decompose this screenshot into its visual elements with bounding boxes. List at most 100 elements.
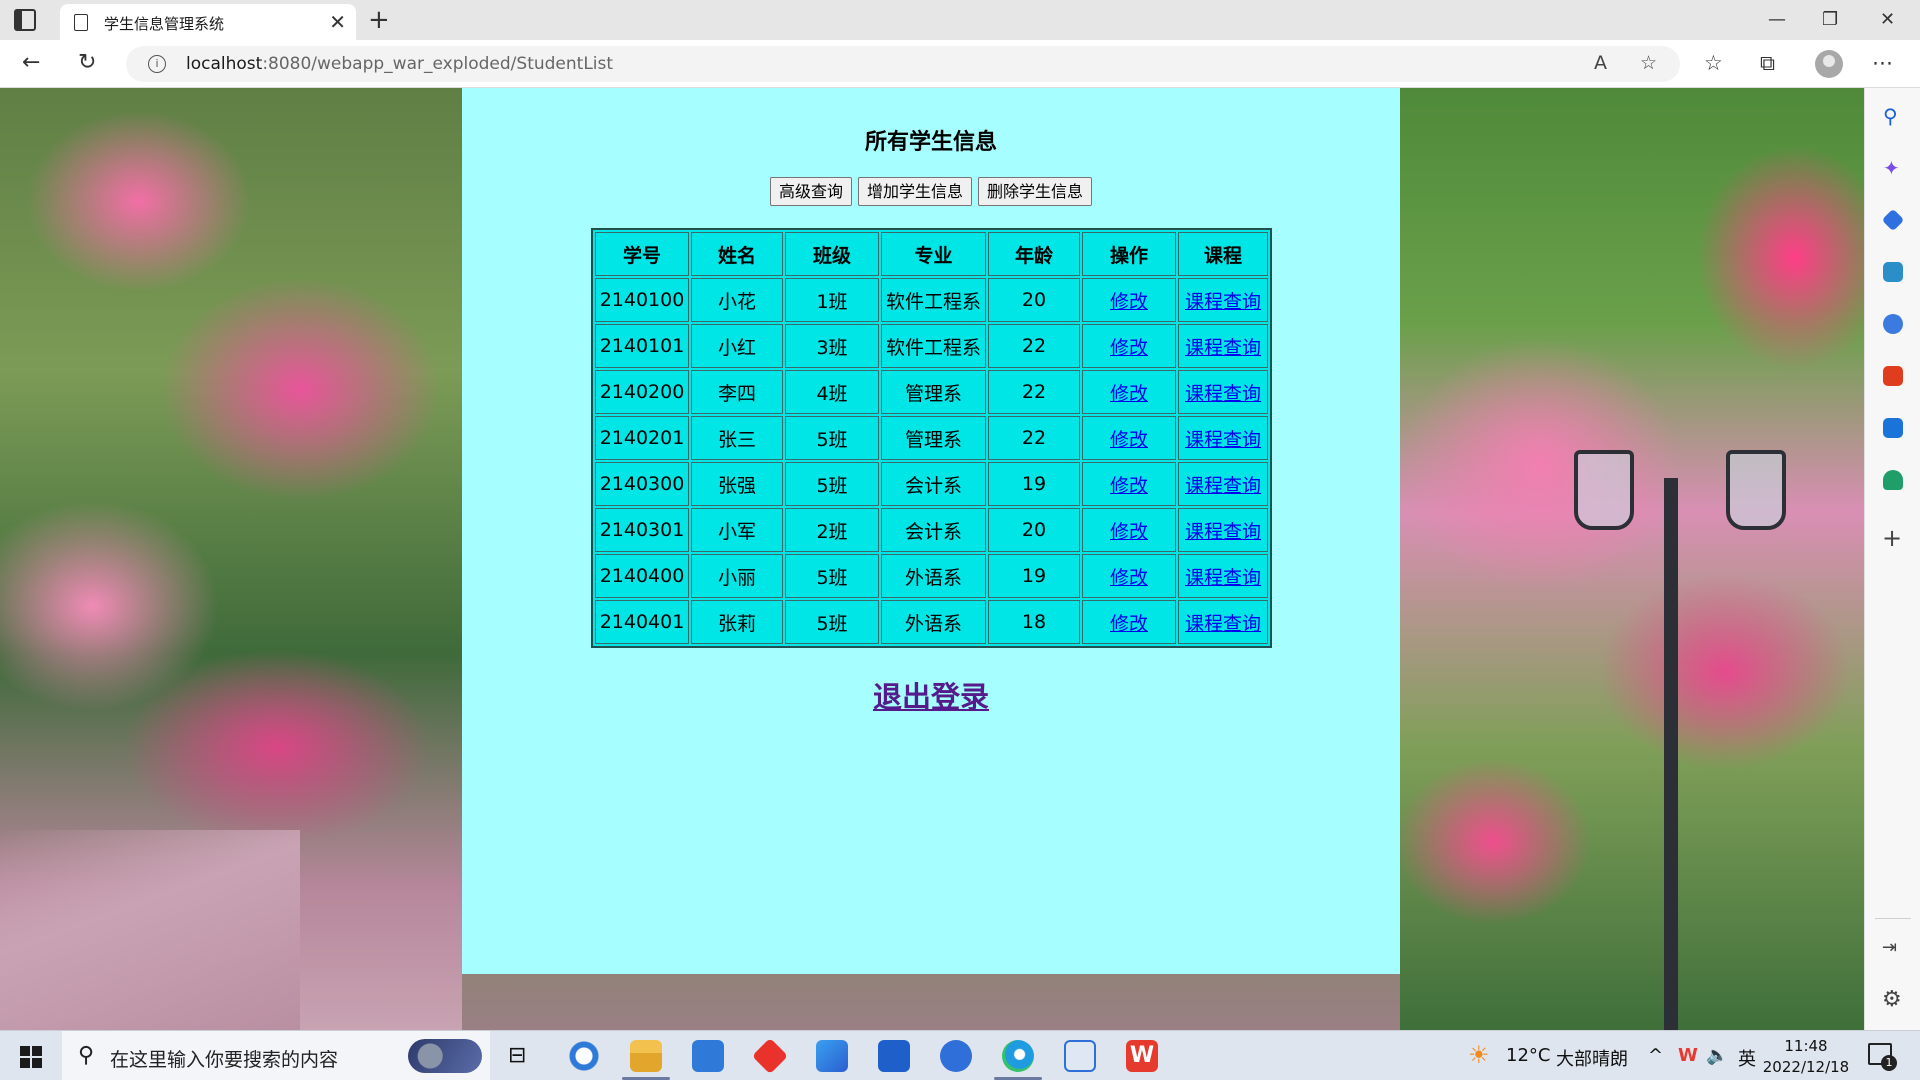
collections-icon[interactable]: ⧉ <box>1760 50 1775 76</box>
search-icon[interactable]: ⚲ <box>1883 106 1903 126</box>
cell-student-id: 2140401 <box>595 600 689 644</box>
read-aloud-icon[interactable]: A <box>1594 52 1607 74</box>
course-query-link[interactable]: 课程查询 <box>1185 613 1261 635</box>
file-explorer-icon[interactable] <box>630 1040 662 1072</box>
office-icon[interactable] <box>1883 366 1903 386</box>
taskbar-search-box[interactable]: ⚲ 在这里输入你要搜索的内容 <box>62 1031 490 1080</box>
course-query-link[interactable]: 课程查询 <box>1185 521 1261 543</box>
more-menu-icon[interactable]: ⋯ <box>1872 50 1893 76</box>
wps-tray-icon[interactable]: W <box>1678 1045 1698 1066</box>
cell-student-id: 2140101 <box>595 324 689 368</box>
table-row: 2140101 小红 3班 软件工程系 22 修改 课程查询 <box>595 324 1268 368</box>
background-flowering-trees-right <box>1400 88 1864 1030</box>
weather-desc[interactable]: 大部晴朗 <box>1556 1045 1628 1071</box>
course-query-link[interactable]: 课程查询 <box>1185 475 1261 497</box>
tools-icon[interactable] <box>1883 262 1903 282</box>
cell-operation: 修改 <box>1082 370 1176 414</box>
add-sidebar-app-icon[interactable]: + <box>1882 526 1902 550</box>
new-tab-icon[interactable]: + <box>368 4 390 36</box>
wps-icon[interactable]: W <box>1126 1040 1158 1072</box>
student-table: 学号 姓名 班级 专业 年龄 操作 课程 2140100 小花 1班 软件工程系… <box>591 228 1272 648</box>
course-query-link[interactable]: 课程查询 <box>1185 383 1261 405</box>
cell-operation: 修改 <box>1082 554 1176 598</box>
task-view-icon[interactable]: ⊟ <box>508 1043 526 1068</box>
tab-actions-icon[interactable] <box>14 9 36 31</box>
weather-temp[interactable]: 12°C <box>1506 1045 1550 1066</box>
cell-student-id: 2140100 <box>595 278 689 322</box>
profile-avatar[interactable] <box>1815 50 1843 78</box>
edit-link[interactable]: 修改 <box>1110 291 1148 313</box>
settings-gear-icon[interactable]: ⚙ <box>1882 988 1902 1012</box>
course-query-link[interactable]: 课程查询 <box>1185 429 1261 451</box>
ime-language[interactable]: 英 <box>1738 1045 1756 1071</box>
favorites-icon[interactable]: ☆ <box>1704 50 1723 76</box>
course-query-link[interactable]: 课程查询 <box>1185 291 1261 313</box>
restore-icon[interactable]: ❐ <box>1822 6 1838 34</box>
active-tab[interactable]: 学生信息管理系统 ✕ <box>60 4 356 40</box>
cell-name: 小花 <box>691 278 783 322</box>
windows-start-icon[interactable] <box>20 1046 42 1068</box>
add-student-button[interactable]: 增加学生信息 <box>857 177 972 206</box>
delete-student-button[interactable]: 删除学生信息 <box>978 177 1093 206</box>
edit-link[interactable]: 修改 <box>1110 613 1148 635</box>
edit-link[interactable]: 修改 <box>1110 429 1148 451</box>
edit-link[interactable]: 修改 <box>1110 337 1148 359</box>
add-favorite-icon[interactable]: ☆ <box>1640 52 1657 74</box>
address-bar-row: ← ↻ i localhost:8080/webapp_war_exploded… <box>0 40 1920 88</box>
edit-link[interactable]: 修改 <box>1110 475 1148 497</box>
logout-link[interactable]: 退出登录 <box>873 680 989 714</box>
system-clock[interactable]: 11:48 2022/12/18 <box>1762 1036 1850 1078</box>
action-buttons: 高级查询 增加学生信息 删除学生信息 <box>462 177 1400 206</box>
course-query-link[interactable]: 课程查询 <box>1185 337 1261 359</box>
url-text[interactable]: localhost:8080/webapp_war_exploded/Stude… <box>186 54 613 74</box>
cell-class: 3班 <box>785 324 879 368</box>
tab-close-icon[interactable]: ✕ <box>329 10 346 34</box>
cell-age: 20 <box>988 508 1080 552</box>
feishu-icon[interactable] <box>940 1040 972 1072</box>
cell-class: 5班 <box>785 462 879 506</box>
header-name: 姓名 <box>691 232 783 276</box>
advanced-query-button[interactable]: 高级查询 <box>769 177 852 206</box>
cell-course: 课程查询 <box>1178 324 1268 368</box>
course-query-link[interactable]: 课程查询 <box>1185 567 1261 589</box>
back-icon[interactable]: ← <box>22 50 40 76</box>
red-diamond-app-icon[interactable] <box>751 1037 789 1075</box>
window-app-icon[interactable] <box>1064 1040 1096 1072</box>
minimize-icon[interactable]: — <box>1768 6 1786 34</box>
shopping-tag-icon[interactable] <box>1881 208 1905 232</box>
background-lamp <box>1574 450 1634 530</box>
search-highlight-image <box>408 1039 482 1073</box>
games-icon[interactable] <box>1883 314 1903 334</box>
mail-icon[interactable] <box>692 1040 724 1072</box>
edit-link[interactable]: 修改 <box>1110 521 1148 543</box>
cell-operation: 修改 <box>1082 462 1176 506</box>
edit-link[interactable]: 修改 <box>1110 383 1148 405</box>
address-field[interactable]: i localhost:8080/webapp_war_exploded/Stu… <box>126 46 1680 82</box>
cell-student-id: 2140201 <box>595 416 689 460</box>
table-row: 2140100 小花 1班 软件工程系 20 修改 课程查询 <box>595 278 1268 322</box>
cell-age: 19 <box>988 462 1080 506</box>
show-hidden-icons-chevron-icon[interactable]: ^ <box>1648 1045 1663 1066</box>
blue-app-icon[interactable] <box>816 1040 848 1072</box>
weather-icon[interactable]: ☀ <box>1468 1041 1490 1069</box>
cell-major: 管理系 <box>881 416 986 460</box>
volume-icon[interactable]: 🔈 <box>1706 1045 1728 1066</box>
cortana-icon[interactable] <box>568 1040 600 1072</box>
edit-link[interactable]: 修改 <box>1110 567 1148 589</box>
drop-tree-icon[interactable] <box>1883 470 1903 490</box>
cell-name: 小红 <box>691 324 783 368</box>
site-info-icon[interactable]: i <box>148 55 166 73</box>
refresh-icon[interactable]: ↻ <box>78 50 96 76</box>
outlook-icon[interactable] <box>1883 418 1903 438</box>
content-panel: 所有学生信息 高级查询 增加学生信息 删除学生信息 学号 姓名 班级 专业 年龄… <box>462 88 1400 974</box>
copilot-icon[interactable]: ✦ <box>1883 158 1903 178</box>
cell-name: 张莉 <box>691 600 783 644</box>
edge-browser-icon[interactable] <box>1002 1040 1034 1072</box>
notification-count-badge: 1 <box>1881 1055 1897 1071</box>
hide-sidebar-icon[interactable]: ⇥ <box>1882 936 1897 960</box>
cell-class: 1班 <box>785 278 879 322</box>
cell-student-id: 2140200 <box>595 370 689 414</box>
close-window-icon[interactable]: ✕ <box>1880 6 1895 34</box>
store-app-icon[interactable] <box>878 1040 910 1072</box>
cell-age: 22 <box>988 370 1080 414</box>
